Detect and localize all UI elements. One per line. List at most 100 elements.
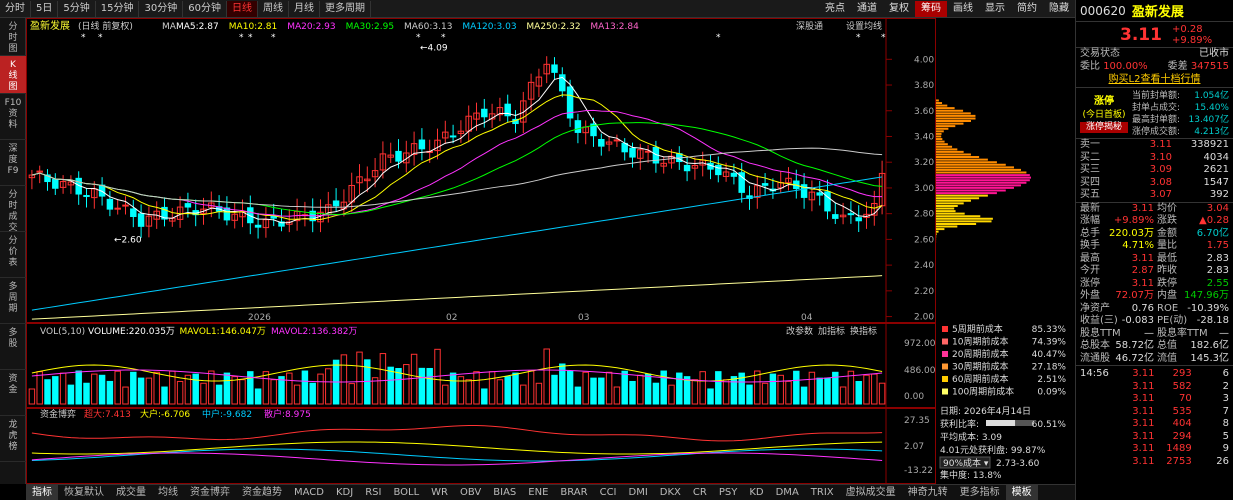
candle-body <box>254 224 262 228</box>
toolbar-button[interactable]: 筹码 <box>915 0 947 17</box>
indicator-tab[interactable]: 成交量 <box>110 485 152 500</box>
date-axis-label: 02 <box>446 313 457 323</box>
cost-range-value: 2.73-3.60 <box>996 459 1040 469</box>
left-nav-item[interactable]: 多股 <box>0 324 26 370</box>
indicator-tab[interactable]: RSI <box>359 485 387 500</box>
stat-row: 总手 220.03万 金额 6.70亿 <box>1076 228 1233 241</box>
candle-body <box>184 203 192 208</box>
period-tab[interactable]: 更多周期 <box>320 0 371 17</box>
indicator-tab[interactable]: 均线 <box>152 485 184 500</box>
order-book-volume: 392 <box>1209 189 1229 200</box>
vol-link[interactable]: 换指标 <box>850 325 877 337</box>
period-tab[interactable]: 日线 <box>226 0 258 17</box>
indicator-tab[interactable]: BIAS <box>487 485 522 500</box>
event-marker-icon[interactable]: * <box>856 33 861 43</box>
indicator-tab[interactable]: TRIX <box>805 485 840 500</box>
indicator-tab[interactable]: 更多指标 <box>954 485 1006 500</box>
tick-volume: 70 <box>1179 393 1192 404</box>
period-tab[interactable]: 5分钟 <box>58 0 96 17</box>
vol-axis-label: 0.00 <box>904 392 924 402</box>
event-marker-icon[interactable]: * <box>881 33 886 43</box>
event-marker-icon[interactable]: * <box>271 33 276 43</box>
indicator-tab[interactable]: KD <box>743 485 769 500</box>
left-nav-item[interactable]: 分时图 <box>0 18 26 56</box>
legend-sub: (日线 前复权) <box>78 20 133 32</box>
stat-key: 流通股 <box>1080 352 1110 364</box>
indicator-tab[interactable]: 虚拟成交量 <box>840 485 902 500</box>
left-nav-item[interactable]: 资金 <box>0 370 26 416</box>
indicator-tab[interactable]: DKX <box>654 485 687 500</box>
event-marker-icon[interactable]: * <box>441 33 446 43</box>
indicator-tab[interactable]: CR <box>687 485 713 500</box>
chart-area[interactable]: 盈新发展 (日线 前复权) MA MA5:2.87 MA10:2.81 MA20:2.93… <box>26 18 1075 484</box>
left-nav-item[interactable]: 分时成交 <box>0 186 26 233</box>
left-nav-item[interactable]: 深度 F9 <box>0 140 26 186</box>
indicator-tab[interactable]: ENE <box>522 485 554 500</box>
stat-right: 内盘 147.96万 <box>1157 290 1229 303</box>
left-nav-item[interactable]: 龙虎榜 <box>0 416 26 462</box>
toolbar-button[interactable]: 通道 <box>851 1 883 17</box>
legend-link[interactable]: 设置均线 <box>846 20 882 32</box>
stat-left: 总手 220.03万 <box>1080 228 1154 241</box>
period-tab[interactable]: 月线 <box>289 0 320 17</box>
left-nav-item[interactable]: 多周期 <box>0 278 26 324</box>
toolbar-button[interactable]: 简约 <box>1011 1 1043 17</box>
vol-link[interactable]: 改参数 <box>786 325 813 337</box>
period-tab[interactable]: 分时 <box>0 0 31 17</box>
indicator-tab[interactable]: CCI <box>594 485 623 500</box>
vol-link[interactable]: 加指标 <box>818 325 845 337</box>
event-marker-icon[interactable]: * <box>416 33 421 43</box>
limit-reveal-button[interactable]: 涨停揭秘 <box>1080 122 1128 133</box>
indicator-tab[interactable]: DMI <box>623 485 654 500</box>
indicator-tab[interactable]: OBV <box>454 485 487 500</box>
l2-link[interactable]: 购买L2查看十档行情 <box>1076 73 1233 87</box>
period-tab[interactable]: 5日 <box>31 0 59 17</box>
indicator-tab[interactable]: WR <box>425 485 454 500</box>
event-marker-icon[interactable]: * <box>716 33 721 43</box>
left-nav-item[interactable]: K线图 <box>0 56 26 94</box>
toolbar-button[interactable]: 画线 <box>947 1 979 17</box>
price-block: 3.11 +0.28 +9.89% <box>1076 22 1233 48</box>
toolbar-button[interactable]: 隐藏 <box>1043 1 1075 17</box>
period-tab[interactable]: 60分钟 <box>183 0 227 17</box>
chip-avg-cost: 平均成本: 3.09 <box>940 431 1002 443</box>
event-marker-icon[interactable]: * <box>98 33 103 43</box>
indicator-tab[interactable]: 资金博弈 <box>184 485 236 500</box>
indicator-tab[interactable]: BRAR <box>554 485 593 500</box>
volume-bar <box>278 376 285 405</box>
indicator-tab[interactable]: 资金趋势 <box>236 485 288 500</box>
toolbar-button[interactable]: 复权 <box>883 1 915 17</box>
candle-body <box>418 139 426 150</box>
indicator-tab[interactable]: 恢复默认 <box>58 485 110 500</box>
cost-range-select-label: 90%成本 ▾ <box>943 457 989 469</box>
stat-left: 股息TTM — <box>1080 328 1154 341</box>
vol-legend-item: MAVOL1:146.047万 <box>180 327 266 337</box>
toolbar-button[interactable]: 显示 <box>979 1 1011 17</box>
left-nav-item[interactable]: F10 资料 <box>0 94 26 140</box>
event-marker-icon[interactable]: * <box>239 33 244 43</box>
period-tab[interactable]: 30分钟 <box>139 0 184 17</box>
indicator-tab[interactable]: DMA <box>770 485 805 500</box>
event-marker-icon[interactable]: * <box>248 33 253 43</box>
indicator-tab[interactable]: KDJ <box>330 485 359 500</box>
indicator-tab[interactable]: BOLL <box>387 485 425 500</box>
indicator-tab[interactable]: 神奇九转 <box>902 485 954 500</box>
stat-left: 净资产 0.76 <box>1080 303 1154 316</box>
tick-count: 26 <box>1216 455 1229 467</box>
tick-count: 8 <box>1222 418 1229 429</box>
legend-link[interactable]: 深股通 <box>796 21 823 32</box>
toolbar-button[interactable]: 亮点 <box>819 1 851 17</box>
tick-count: 7 <box>1222 405 1229 417</box>
period-tab[interactable]: 周线 <box>258 0 289 17</box>
event-marker-icon[interactable]: * <box>81 33 86 43</box>
indicator-tab[interactable]: 指标 <box>26 485 58 500</box>
order-book-row: 买四 3.08 1547 <box>1076 177 1233 190</box>
left-nav-char: F10 <box>4 98 22 108</box>
indicator-tab[interactable]: MACD <box>288 485 330 500</box>
tick-time: 14:56 <box>1080 368 1109 379</box>
left-nav-item[interactable]: 分价表 <box>0 232 26 278</box>
period-tab[interactable]: 15分钟 <box>96 0 140 17</box>
price-axis-label: 2.20 <box>914 287 934 297</box>
indicator-tab[interactable]: PSY <box>713 485 744 500</box>
indicator-tab[interactable]: 模板 <box>1005 485 1038 500</box>
